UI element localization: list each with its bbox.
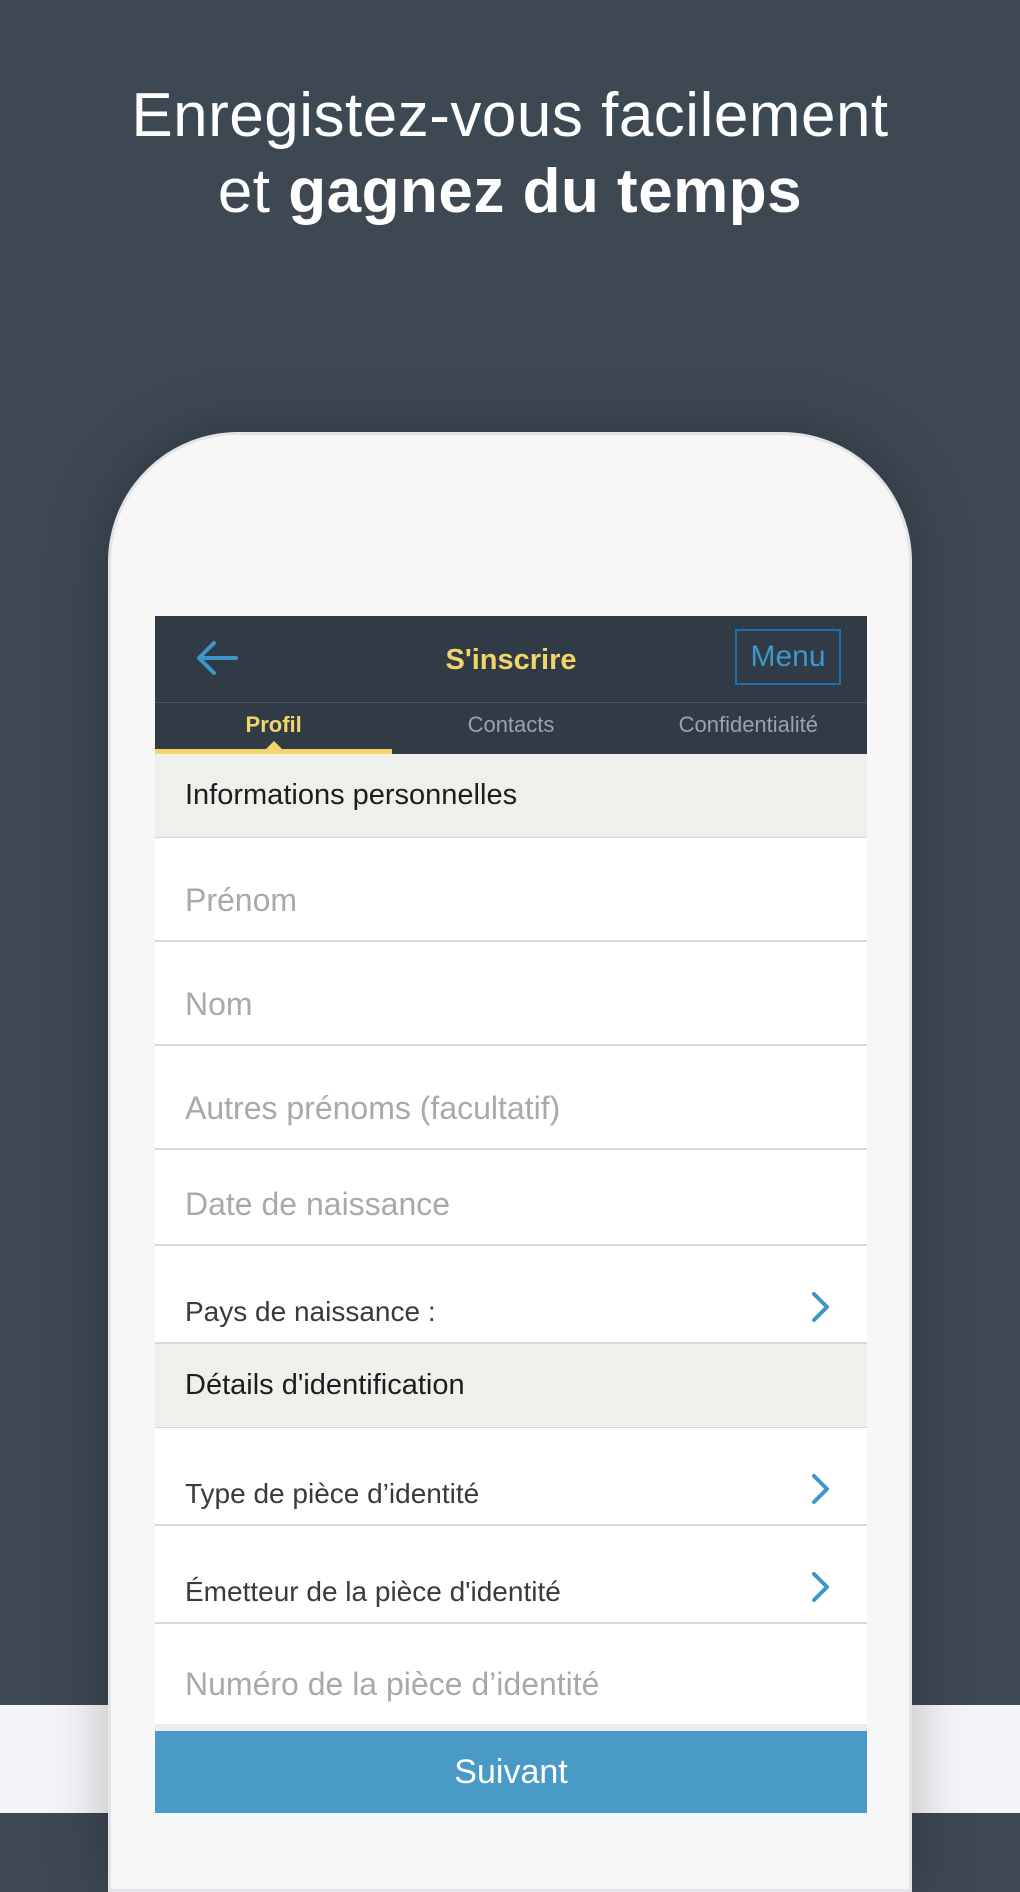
id-number-input[interactable] xyxy=(185,1662,837,1706)
chevron-right-icon xyxy=(812,1292,829,1322)
menu-button[interactable]: Menu xyxy=(735,629,841,685)
tab-active-caret xyxy=(264,741,283,750)
headline-line-1: Enregistez-vous facilement xyxy=(131,81,889,150)
tab-label: Confidentialité xyxy=(678,712,819,737)
birth-date-row xyxy=(155,1150,867,1246)
section-header-identification: Détails d'identification xyxy=(155,1344,867,1428)
last-name-row xyxy=(155,942,867,1046)
tab-bar: Profil Contacts Confidentialité xyxy=(155,702,867,754)
tab-confidentialite[interactable]: Confidentialité xyxy=(630,702,867,754)
birth-country-row[interactable]: Pays de naissance : xyxy=(155,1246,867,1344)
tab-profil[interactable]: Profil xyxy=(155,702,393,754)
tab-label: Profil xyxy=(245,712,302,737)
other-names-row xyxy=(155,1046,867,1150)
id-type-row[interactable]: Type de pièce d’identité xyxy=(155,1428,867,1526)
tab-contacts[interactable]: Contacts xyxy=(392,702,629,754)
birth-date-input[interactable] xyxy=(185,1182,837,1226)
first-name-row xyxy=(155,838,867,942)
section-header-personal: Informations personnelles xyxy=(155,754,867,838)
id-issuer-row[interactable]: Émetteur de la pièce d'identité xyxy=(155,1526,867,1624)
id-type-label: Type de pièce d’identité xyxy=(185,1478,480,1509)
app-screen: S'inscrire Menu Profil Contacts Confiden… xyxy=(155,616,867,1813)
id-number-row xyxy=(155,1624,867,1724)
chevron-right-icon xyxy=(812,1474,829,1504)
id-issuer-label: Émetteur de la pièce d'identité xyxy=(185,1576,561,1607)
other-names-input[interactable] xyxy=(185,1086,837,1130)
chevron-right-icon xyxy=(812,1572,829,1602)
navigation-top: S'inscrire Menu xyxy=(155,616,867,703)
tab-label: Contacts xyxy=(467,712,555,737)
headline-line-2: et gagnez du temps xyxy=(0,154,1020,230)
headline-line-2-bold: gagnez du temps xyxy=(288,157,803,226)
first-name-input[interactable] xyxy=(185,878,837,922)
headline: Enregistez-vous facilement et gagnez du … xyxy=(0,78,1020,230)
next-button[interactable]: Suivant xyxy=(155,1731,867,1813)
last-name-input[interactable] xyxy=(185,982,837,1026)
birth-country-label: Pays de naissance : xyxy=(185,1296,436,1327)
navigation-bar: S'inscrire Menu Profil Contacts Confiden… xyxy=(155,616,867,754)
divider xyxy=(155,1724,867,1731)
headline-line-2-prefix: et xyxy=(217,157,271,226)
